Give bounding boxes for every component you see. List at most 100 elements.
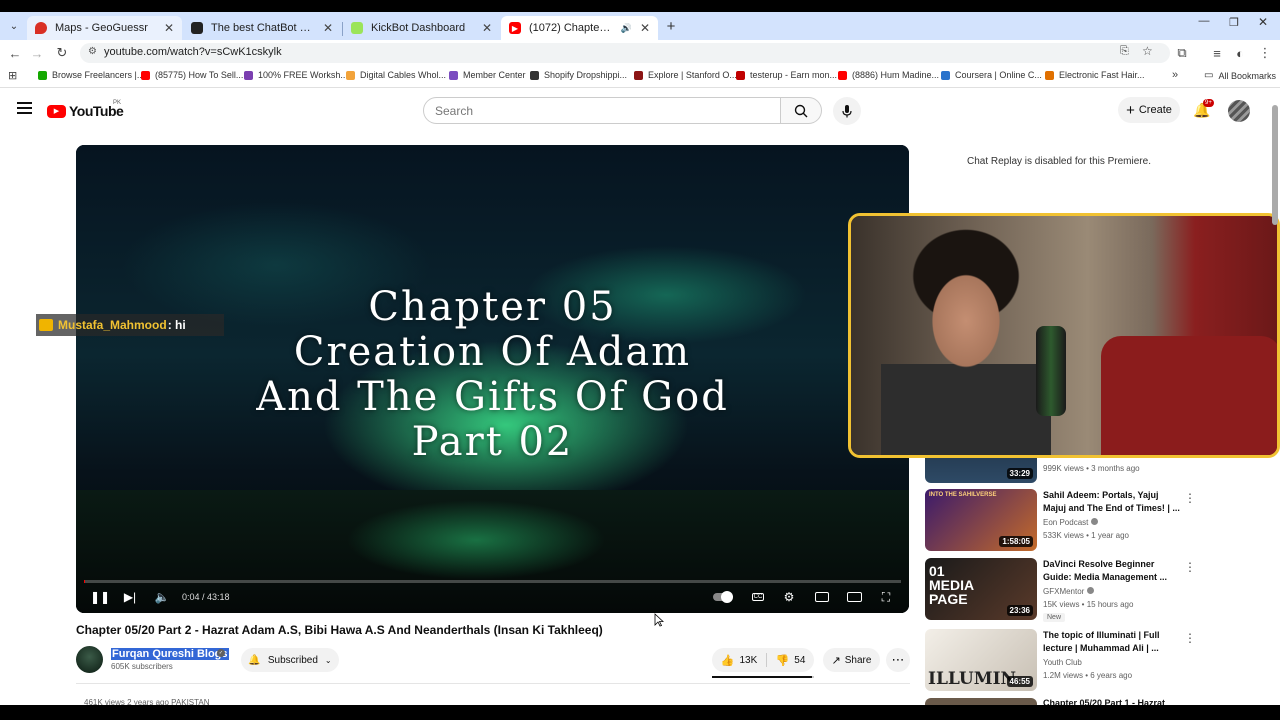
video-title[interactable]: DaVinci Resolve Beginner Guide: Media Ma… [1043, 558, 1183, 584]
bookmark-item[interactable]: Coursera | Online C... [941, 70, 1042, 80]
speaker-icon[interactable]: 🔊 [621, 23, 632, 34]
site-info-icon[interactable]: ⚙ [88, 46, 97, 57]
channel-label: Eon Podcast [1043, 518, 1089, 527]
tab-kickbot[interactable]: KickBot Dashboard ✕ [343, 16, 500, 40]
search-input[interactable]: Search [423, 97, 781, 124]
bookmark-item[interactable]: (8886) Hum Madine... [838, 70, 939, 80]
captions-icon[interactable]: CC [750, 589, 766, 605]
theater-mode-icon[interactable] [846, 589, 862, 605]
address-bar[interactable]: ⚙ youtube.com/watch?v=sCwK1cskylk ⎘ ☆ [80, 43, 1170, 63]
search-button[interactable] [780, 97, 822, 124]
bell-icon: 🔔 [248, 654, 261, 666]
overlay-line: And The Gifts Of God [256, 374, 729, 420]
fullscreen-icon[interactable]: ⛶ [878, 589, 894, 605]
bookmark-item[interactable]: Browse Freelancers |... [38, 70, 144, 80]
tab-geoguessr[interactable]: Maps - GeoGuessr ✕ [27, 16, 182, 40]
recommendation-item[interactable]: ILLUMIN 46:55 The topic of Illuminati | … [925, 629, 1270, 691]
youtube-logo[interactable]: ▶ YouTube [47, 102, 124, 120]
scrollbar-thumb[interactable] [1272, 105, 1278, 225]
video-thumbnail[interactable]: ILLUMIN 46:55 [925, 629, 1037, 691]
recommendation-item[interactable]: 01 MEDIA PAGE 23:36 DaVinci Resolve Begi… [925, 558, 1270, 622]
channel-name[interactable]: GFXMentor [1043, 587, 1094, 596]
video-duration: 46:55 [1006, 676, 1033, 687]
bookmark-label: Browse Freelancers |... [52, 70, 145, 80]
reload-icon[interactable]: ↻ [53, 44, 71, 62]
video-meta: 533K views • 1 year ago [1043, 531, 1129, 540]
progress-bar[interactable] [84, 580, 901, 583]
bookmark-item[interactable]: (85775) How To Sell... [141, 70, 243, 80]
profile-icon[interactable]: ◐ [1231, 44, 1249, 62]
create-button[interactable]: + Create [1118, 97, 1180, 123]
video-title[interactable]: Sahil Adeem: Portals, Yajuj Majuj and Th… [1043, 489, 1183, 515]
voice-search-button[interactable] [833, 97, 861, 125]
youtube-header: ▶ YouTube PK Search + Create 🔔 9+ [0, 90, 1280, 132]
extensions-icon[interactable]: ⧉ [1173, 44, 1191, 62]
more-bookmarks-chevron-icon[interactable]: » [1172, 69, 1178, 81]
subscribed-button[interactable]: 🔔 Subscribed ⌄ [241, 648, 339, 672]
bookmark-item[interactable]: Explore | Stanford O... [634, 70, 737, 80]
install-app-icon[interactable]: ⎘ [1120, 45, 1129, 58]
back-arrow-icon[interactable]: ← [6, 44, 24, 62]
autoplay-toggle[interactable] [712, 589, 734, 605]
bookmark-item[interactable]: Member Center [449, 70, 526, 80]
share-button[interactable]: ↗ Share [823, 648, 880, 672]
tab-chatbot[interactable]: The best ChatBot and Widgets ✕ [183, 16, 341, 40]
subscribed-label: Subscribed [267, 654, 318, 666]
video-thumbnail[interactable]: INTO THE SAHILVERSE 1:58:05 [925, 489, 1037, 551]
more-vertical-icon[interactable]: ⋮ [1184, 560, 1196, 574]
close-icon[interactable]: ✕ [482, 21, 492, 35]
bookmark-item[interactable]: Digital Cables Whol... [346, 70, 446, 80]
restore-button[interactable]: ❐ [1227, 16, 1241, 30]
hamburger-menu-icon[interactable] [17, 102, 32, 116]
account-avatar[interactable] [1228, 100, 1250, 122]
tab-search-button[interactable]: ⌄ [6, 18, 22, 34]
notifications-button[interactable]: 🔔 9+ [1193, 99, 1214, 120]
tab-youtube-active[interactable]: ▶ (1072) Chapter 05/20 Part 2 🔊 ✕ [501, 16, 658, 40]
like-button[interactable]: 👍 13K [712, 648, 766, 672]
channel-name[interactable]: Eon Podcast [1043, 518, 1098, 527]
volume-icon[interactable]: 🔈 [154, 589, 170, 605]
forward-arrow-icon[interactable]: → [28, 44, 46, 62]
pause-icon[interactable]: ❚❚ [90, 589, 110, 605]
thumbnail-text: ILLUMIN [928, 669, 1017, 689]
search-placeholder: Search [435, 104, 474, 118]
bookmark-item[interactable]: testerup - Earn mon... [736, 70, 837, 80]
video-title[interactable]: The topic of Illuminati | Full lecture |… [1043, 629, 1183, 655]
channel-avatar[interactable] [76, 646, 103, 673]
video-duration: 23:36 [1006, 605, 1033, 616]
bookmark-item[interactable]: Shopify Dropshippi... [530, 70, 627, 80]
video-thumbnail[interactable]: 01 MEDIA PAGE 23:36 [925, 558, 1037, 620]
video-player[interactable]: Chapter 05 Creation Of Adam And The Gift… [76, 145, 909, 613]
url-text[interactable]: youtube.com/watch?v=sCwK1cskylk [104, 46, 282, 58]
window-close-button[interactable]: ✕ [1255, 15, 1271, 31]
close-icon[interactable]: ✕ [164, 21, 174, 35]
browser-menu-icon[interactable]: ⋮ [1256, 44, 1274, 62]
chevron-down-icon: ⌄ [324, 655, 332, 665]
stream-chat-overlay: Mustafa_Mahmood : hi [36, 314, 224, 336]
bookmark-item[interactable]: 100% FREE Worksh... [244, 70, 348, 80]
next-icon[interactable]: ▶| [122, 589, 138, 605]
new-tab-button[interactable]: + [663, 18, 679, 35]
apps-grid-icon[interactable]: ⊞ [8, 69, 17, 82]
page-scrollbar[interactable] [1271, 97, 1279, 705]
channel-name[interactable]: Furqan Qureshi Blogs [111, 648, 229, 660]
bookmark-item[interactable]: Electronic Fast Hair... [1045, 70, 1145, 80]
kickbot-icon [351, 22, 363, 34]
more-actions-button[interactable]: ⋯ [886, 648, 910, 672]
bookmark-star-icon[interactable]: ☆ [1142, 44, 1153, 58]
all-bookmarks-folder[interactable]: ▭ All Bookmarks [1204, 70, 1276, 81]
close-icon[interactable]: ✕ [640, 21, 650, 35]
channel-name[interactable]: Youth Club [1043, 658, 1082, 667]
miniplayer-icon[interactable] [814, 589, 830, 605]
minimize-button[interactable]: — [1196, 15, 1212, 31]
map-pin-icon [35, 22, 47, 34]
close-icon[interactable]: ✕ [323, 21, 333, 35]
settings-gear-icon[interactable]: ⚙ [781, 589, 797, 605]
search-icon [794, 104, 808, 117]
chat-message: : hi [167, 318, 186, 332]
more-vertical-icon[interactable]: ⋮ [1184, 631, 1196, 645]
more-vertical-icon[interactable]: ⋮ [1184, 491, 1196, 505]
media-controls-icon[interactable]: ≡ [1208, 44, 1226, 62]
dislike-button[interactable]: 👎 54 [767, 648, 814, 672]
recommendation-item[interactable]: INTO THE SAHILVERSE 1:58:05 Sahil Adeem:… [925, 489, 1270, 551]
